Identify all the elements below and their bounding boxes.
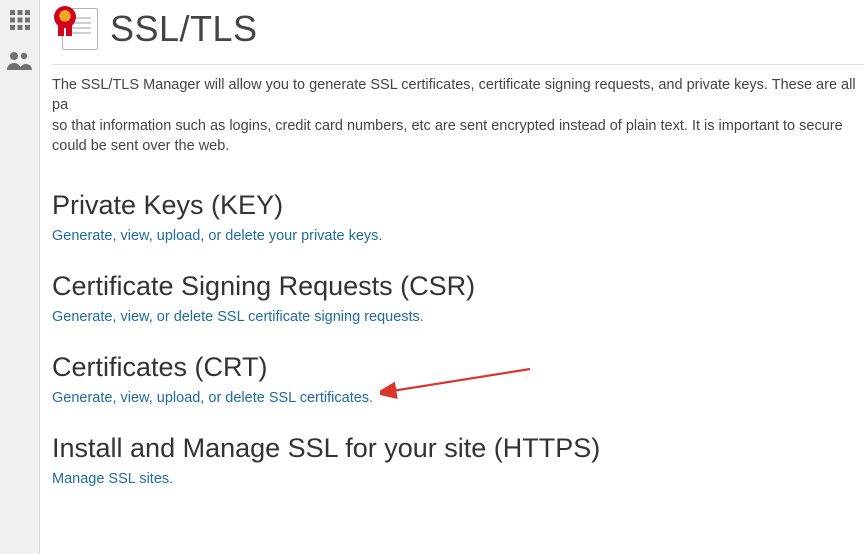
- sidebar: [0, 0, 40, 554]
- main-content: SSL/TLS The SSL/TLS Manager will allow y…: [40, 0, 864, 554]
- divider: [52, 64, 864, 65]
- link-private-keys[interactable]: Generate, view, upload, or delete your p…: [52, 228, 382, 244]
- section-heading: Install and Manage SSL for your site (HT…: [52, 433, 864, 464]
- link-certificates[interactable]: Generate, view, upload, or delete SSL ce…: [52, 390, 373, 406]
- section-heading: Private Keys (KEY): [52, 190, 864, 221]
- link-manage-ssl[interactable]: Manage SSL sites.: [52, 471, 173, 487]
- page-title: SSL/TLS: [110, 8, 258, 50]
- section-csr: Certificate Signing Requests (CSR) Gener…: [52, 271, 864, 326]
- users-icon[interactable]: [6, 46, 34, 74]
- section-install-manage: Install and Manage SSL for your site (HT…: [52, 433, 864, 488]
- apps-icon[interactable]: [6, 6, 34, 34]
- section-heading: Certificate Signing Requests (CSR): [52, 271, 864, 302]
- page-header: SSL/TLS: [52, 6, 864, 52]
- link-csr[interactable]: Generate, view, or delete SSL certificat…: [52, 309, 424, 325]
- section-certificates: Certificates (CRT) Generate, view, uploa…: [52, 352, 864, 407]
- ssl-certificate-icon: [52, 6, 98, 52]
- intro-text: The SSL/TLS Manager will allow you to ge…: [52, 75, 864, 156]
- section-heading: Certificates (CRT): [52, 352, 864, 383]
- section-private-keys: Private Keys (KEY) Generate, view, uploa…: [52, 190, 864, 245]
